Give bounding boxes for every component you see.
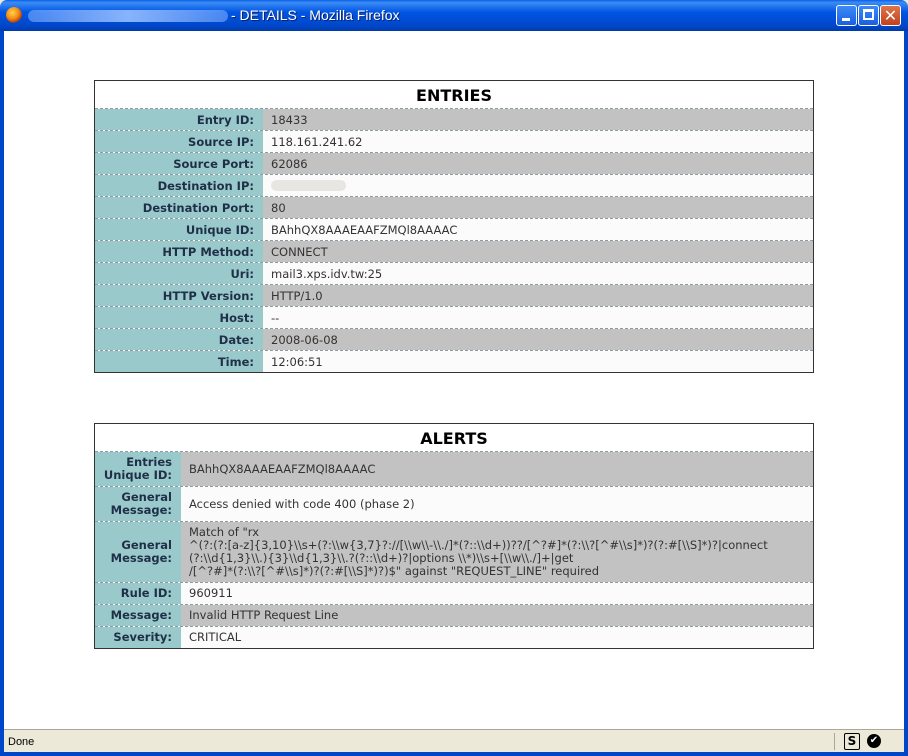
- table-row: General Message: Access denied with code …: [95, 486, 813, 521]
- alerts-table: ALERTS Entries Unique ID: BAhhQX8AAAEAAFZ…: [94, 423, 814, 649]
- minimize-button[interactable]: [836, 5, 857, 26]
- row-label: General Message:: [95, 522, 181, 582]
- row-label: Source IP:: [95, 131, 263, 152]
- row-label: Destination IP:: [95, 175, 263, 196]
- window-frame-bottom: [0, 752, 908, 756]
- value-line: Match of "rx: [189, 525, 259, 539]
- alerts-title: ALERTS: [420, 429, 488, 448]
- row-label: Entry ID:: [95, 109, 263, 130]
- row-label: Uri:: [95, 263, 263, 284]
- value-line: (?:\\d{1,3}\\.){3}\\d{1,3}\\.?(?::\\d+)?…: [189, 551, 574, 565]
- table-row: HTTP Version: HTTP/1.0: [95, 284, 813, 306]
- maximize-button[interactable]: [858, 5, 879, 26]
- row-label: Rule ID:: [95, 583, 181, 604]
- value-line: ^(?:(?:[a-z]{3,10}\\s+(?:\\w{3,7}?://[\\…: [189, 538, 768, 552]
- row-label-line: Message:: [110, 551, 172, 565]
- row-value: mail3.xps.idv.tw:25: [263, 263, 813, 284]
- row-value: Invalid HTTP Request Line: [181, 605, 813, 626]
- row-value: 62086: [263, 153, 813, 174]
- row-value: 2008-06-08: [263, 329, 813, 350]
- redacted-title-text: [28, 10, 228, 22]
- table-row: Severity: CRITICAL: [95, 626, 813, 648]
- row-value: BAhhQX8AAAEAAFZMQl8AAAAC: [263, 219, 813, 240]
- table-row: Rule ID: 960911: [95, 582, 813, 604]
- close-button[interactable]: ✕: [880, 5, 901, 26]
- table-row: Time: 12:06:51: [95, 350, 813, 372]
- table-row: Unique ID: BAhhQX8AAAEAAFZMQl8AAAAC: [95, 218, 813, 240]
- checkmark-icon[interactable]: ✔: [867, 734, 881, 748]
- row-value: 12:06:51: [263, 351, 813, 372]
- window-title: - DETAILS - Mozilla Firefox: [231, 7, 400, 23]
- row-label: Date:: [95, 329, 263, 350]
- status-bar: Done S ✔: [4, 729, 904, 753]
- table-row: Entry ID: 18433: [95, 108, 813, 130]
- entries-table: ENTRIES Entry ID: 18433 Source IP: 118.161…: [94, 80, 814, 373]
- row-label: Severity:: [95, 627, 181, 648]
- table-row: Host: --: [95, 306, 813, 328]
- row-value: BAhhQX8AAAEAAFZMQl8AAAAC: [181, 452, 813, 486]
- minimize-icon: [842, 18, 850, 21]
- row-label: HTTP Version:: [95, 285, 263, 306]
- row-value: Access denied with code 400 (phase 2): [181, 487, 813, 521]
- table-row: Date: 2008-06-08: [95, 328, 813, 350]
- close-icon: ✕: [883, 6, 898, 25]
- status-text: Done: [8, 736, 35, 748]
- row-label-line: Unique ID:: [103, 468, 172, 482]
- row-label: Unique ID:: [95, 219, 263, 240]
- row-label: Message:: [95, 605, 181, 626]
- row-value: Match of "rx ^(?:(?:[a-z]{3,10}\\s+(?:\\w…: [181, 522, 813, 582]
- table-row: General Message: Match of "rx ^(?:(?:[a-z]…: [95, 521, 813, 582]
- title-bar: - DETAILS - Mozilla Firefox ✕: [0, 0, 908, 31]
- row-label: Time:: [95, 351, 263, 372]
- row-value: 960911: [181, 583, 813, 604]
- entries-title: ENTRIES: [416, 86, 492, 105]
- row-label: Host:: [95, 307, 263, 328]
- row-value: 80: [263, 197, 813, 218]
- row-label-line: General: [121, 490, 172, 504]
- row-label-line: Message:: [110, 503, 172, 517]
- maximize-icon: [863, 9, 874, 20]
- table-row: Message: Invalid HTTP Request Line: [95, 604, 813, 626]
- table-row: HTTP Method: CONNECT: [95, 240, 813, 262]
- skype-icon[interactable]: S: [844, 733, 860, 750]
- table-row: Destination Port: 80: [95, 196, 813, 218]
- row-value: CRITICAL: [181, 627, 813, 648]
- row-value: 118.161.241.62: [263, 131, 813, 152]
- redacted-destination-ip: [271, 180, 346, 191]
- row-value: 18433: [263, 109, 813, 130]
- row-value: [263, 175, 813, 196]
- row-label: Destination Port:: [95, 197, 263, 218]
- row-value: --: [263, 307, 813, 328]
- row-label: HTTP Method:: [95, 241, 263, 262]
- table-row: Entries Unique ID: BAhhQX8AAAEAAFZMQl8AAA…: [95, 451, 813, 486]
- table-row: Source Port: 62086: [95, 152, 813, 174]
- row-label-line: Entries: [126, 455, 172, 469]
- row-label-line: General: [121, 538, 172, 552]
- table-row: Source IP: 118.161.241.62: [95, 130, 813, 152]
- table-row: Uri: mail3.xps.idv.tw:25: [95, 262, 813, 284]
- row-value: HTTP/1.0: [263, 285, 813, 306]
- row-label: General Message:: [95, 487, 181, 521]
- status-divider: [834, 733, 835, 750]
- row-value: CONNECT: [263, 241, 813, 262]
- page-content: ENTRIES Entry ID: 18433 Source IP: 118.161…: [4, 31, 904, 729]
- firefox-icon[interactable]: [6, 7, 22, 23]
- window-frame-right: [904, 31, 908, 756]
- value-line: /[^?#]*(?:\\?[^#\\s]*)?(?:#[\\S]*)?)$" a…: [189, 564, 600, 578]
- row-label: Source Port:: [95, 153, 263, 174]
- row-label: Entries Unique ID:: [95, 452, 181, 486]
- table-row: Destination IP:: [95, 174, 813, 196]
